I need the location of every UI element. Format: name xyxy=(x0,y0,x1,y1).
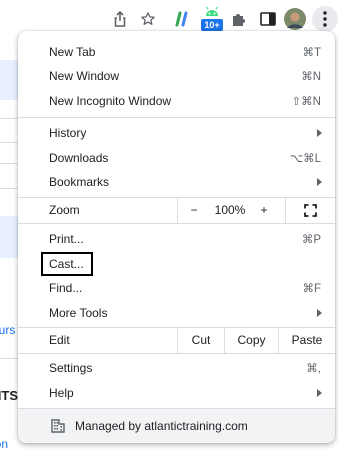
managed-by-label: Managed by atlantictraining.com xyxy=(75,419,248,433)
cut-button[interactable]: Cut xyxy=(178,327,224,353)
menu-item-label: Bookmarks xyxy=(49,175,110,189)
menu-item-bookmarks[interactable]: Bookmarks xyxy=(18,170,335,194)
menu-item-help[interactable]: Help xyxy=(18,381,335,405)
zoom-in-label: + xyxy=(260,203,268,217)
menu-item-label: Help xyxy=(49,386,74,400)
profile-avatar[interactable] xyxy=(284,8,306,30)
zoom-row: Zoom − 100% + xyxy=(18,197,335,223)
submenu-arrow-icon xyxy=(317,178,322,186)
copy-button[interactable]: Copy xyxy=(225,327,278,353)
zoom-out-label: − xyxy=(190,203,198,217)
menu-item-shortcut: ⌥⌘L xyxy=(289,153,321,165)
menu-item-shortcut: ⌘N xyxy=(301,71,321,83)
android-extension-icon[interactable]: 10+ xyxy=(201,6,223,32)
cut-label: Cut xyxy=(191,333,211,347)
bg-divider xyxy=(0,163,20,164)
menu-item-label: History xyxy=(49,126,87,140)
menu-item-label: New Window xyxy=(49,69,120,83)
submenu-arrow-icon xyxy=(317,309,322,317)
menu-item-shortcut: ⌘T xyxy=(302,47,321,59)
bg-divider xyxy=(0,188,20,189)
bg-divider xyxy=(0,118,20,119)
menu-item-label: New Incognito Window xyxy=(49,94,172,108)
star-icon[interactable] xyxy=(138,9,158,29)
menu-item-more-tools[interactable]: More Tools xyxy=(18,301,335,325)
submenu-arrow-icon xyxy=(317,389,322,397)
bg-band xyxy=(0,216,20,258)
menu-item-find[interactable]: Find... ⌘F xyxy=(18,276,335,300)
fullscreen-icon xyxy=(304,203,317,217)
zoom-level: 100% xyxy=(210,197,250,223)
menu-item-shortcut: ⌘, xyxy=(306,363,321,375)
menu-item-new-tab[interactable]: New Tab ⌘T xyxy=(18,40,335,64)
menu-item-new-incognito-window[interactable]: New Incognito Window ⇧⌘N xyxy=(18,89,335,113)
menu-item-label: New Tab xyxy=(49,45,96,59)
bg-heading-fragment: NTS xyxy=(0,388,18,403)
managed-by-item[interactable]: Managed by atlantictraining.com xyxy=(18,409,335,443)
menu-separator xyxy=(18,223,335,224)
menu-item-history[interactable]: History xyxy=(18,121,335,145)
bg-link-fragment[interactable]: ion xyxy=(0,437,8,451)
submenu-arrow-icon xyxy=(317,129,322,137)
menu-item-label: Find... xyxy=(49,281,83,295)
extension-badge: 10+ xyxy=(201,19,223,31)
zoom-value: 100% xyxy=(214,203,246,217)
fullscreen-button[interactable] xyxy=(286,197,335,223)
menu-separator xyxy=(18,117,335,118)
share-icon[interactable] xyxy=(110,9,130,29)
paste-label: Paste xyxy=(291,333,323,347)
chrome-main-menu: New Tab ⌘T New Window ⌘N New Incognito W… xyxy=(18,31,335,443)
paste-button[interactable]: Paste xyxy=(279,327,335,353)
bg-divider xyxy=(0,358,20,359)
menu-item-label: Downloads xyxy=(49,151,109,165)
menu-item-print[interactable]: Print... ⌘P xyxy=(18,227,335,251)
bg-divider xyxy=(0,142,20,143)
extension-stripe-icon[interactable] xyxy=(173,9,193,29)
bg-link-fragment[interactable]: ours xyxy=(0,323,15,337)
cast-focus-ring xyxy=(41,252,93,276)
side-panel-icon[interactable] xyxy=(258,9,278,29)
menu-item-shortcut: ⌘F xyxy=(302,283,321,295)
menu-item-settings[interactable]: Settings ⌘, xyxy=(18,356,335,380)
menu-item-label: Print... xyxy=(49,232,84,246)
menu-separator xyxy=(18,353,335,354)
zoom-out-button[interactable]: − xyxy=(178,197,210,223)
building-icon xyxy=(51,419,65,433)
menu-item-label: More Tools xyxy=(49,306,108,320)
copy-label: Copy xyxy=(237,333,266,347)
zoom-label: Zoom xyxy=(49,203,80,217)
edit-label: Edit xyxy=(49,333,70,347)
kebab-menu-icon[interactable] xyxy=(312,6,338,32)
menu-item-shortcut: ⇧⌘N xyxy=(291,96,321,108)
zoom-in-button[interactable]: + xyxy=(250,197,278,223)
menu-item-shortcut: ⌘P xyxy=(301,234,321,246)
puzzle-extensions-icon[interactable] xyxy=(229,9,249,29)
bg-band xyxy=(0,60,20,100)
edit-row: Edit Cut Copy Paste xyxy=(18,327,335,353)
menu-item-new-window[interactable]: New Window ⌘N xyxy=(18,64,335,88)
menu-item-downloads[interactable]: Downloads ⌥⌘L xyxy=(18,146,335,170)
menu-item-label: Settings xyxy=(49,361,93,375)
